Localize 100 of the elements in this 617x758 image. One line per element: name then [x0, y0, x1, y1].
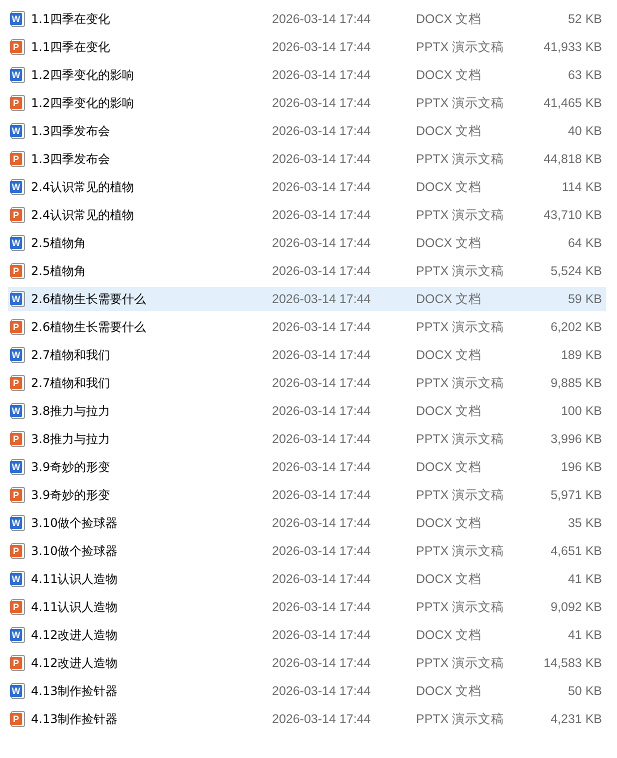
- file-name: 4.11认识人造物: [31, 570, 118, 588]
- file-name: 2.7植物和我们: [31, 374, 110, 392]
- file-size: 3,996 KB: [550, 432, 603, 446]
- file-type: PPTX 演示文稿: [416, 38, 506, 56]
- file-icon: W: [11, 179, 25, 195]
- file-icon: W: [11, 347, 25, 363]
- file-row[interactable]: W 4.11认识人造物 2026-03-14 17:44 DOCX 文档 41 KB: [8, 567, 606, 591]
- file-type: PPTX 演示文稿: [416, 486, 506, 504]
- file-row[interactable]: P 3.10做个捡球器 2026-03-14 17:44 PPTX 演示文稿 4,651 KB: [8, 539, 606, 563]
- file-name: 2.6植物生长需要什么: [31, 318, 146, 336]
- file-icon: W: [11, 235, 25, 251]
- file-name: 2.6植物生长需要什么: [31, 290, 146, 308]
- modified-date: 2026-03-14 17:44: [272, 348, 372, 362]
- file-name: 3.10做个捡球器: [31, 514, 118, 532]
- file-size: 44,818 KB: [542, 152, 603, 166]
- file-type: DOCX 文档: [416, 122, 483, 140]
- file-row[interactable]: P 1.3四季发布会 2026-03-14 17:44 PPTX 演示文稿 44,818 KB: [8, 147, 606, 171]
- file-size: 43,710 KB: [542, 208, 603, 222]
- file-size: 100 KB: [560, 404, 603, 418]
- file-name: 4.13制作捡针器: [31, 710, 118, 728]
- file-row[interactable]: W 3.8推力与拉力 2026-03-14 17:44 DOCX 文档 100 KB: [8, 399, 606, 423]
- modified-date: 2026-03-14 17:44: [272, 68, 372, 82]
- file-type: PPTX 演示文稿: [416, 654, 506, 672]
- file-row[interactable]: P 2.6植物生长需要什么 2026-03-14 17:44 PPTX 演示文稿 6,202 KB: [8, 315, 606, 339]
- modified-date: 2026-03-14 17:44: [272, 656, 372, 670]
- file-name: 4.12改进人造物: [31, 626, 118, 644]
- file-size: 9,885 KB: [550, 376, 603, 390]
- file-name: 1.2四季变化的影响: [31, 94, 134, 112]
- file-name: 3.10做个捡球器: [31, 542, 118, 560]
- file-type: PPTX 演示文稿: [416, 374, 506, 392]
- file-row[interactable]: P 4.11认识人造物 2026-03-14 17:44 PPTX 演示文稿 9,092 KB: [8, 595, 606, 619]
- file-type: DOCX 文档: [416, 66, 483, 84]
- modified-date: 2026-03-14 17:44: [272, 404, 372, 418]
- file-row[interactable]: P 4.13制作捡针器 2026-03-14 17:44 PPTX 演示文稿 4,231 KB: [8, 707, 606, 731]
- file-type: DOCX 文档: [416, 626, 483, 644]
- modified-date: 2026-03-14 17:44: [272, 376, 372, 390]
- file-icon: W: [11, 11, 25, 27]
- file-row[interactable]: P 2.7植物和我们 2026-03-14 17:44 PPTX 演示文稿 9,885 KB: [8, 371, 606, 395]
- file-icon: P: [11, 599, 25, 615]
- file-row[interactable]: W 1.3四季发布会 2026-03-14 17:44 DOCX 文档 40 KB: [8, 119, 606, 143]
- file-row[interactable]: W 1.1四季在变化 2026-03-14 17:44 DOCX 文档 52 KB: [8, 7, 606, 31]
- file-row[interactable]: P 1.1四季在变化 2026-03-14 17:44 PPTX 演示文稿 41,933 KB: [8, 35, 606, 59]
- modified-date: 2026-03-14 17:44: [272, 488, 372, 502]
- file-row[interactable]: P 3.8推力与拉力 2026-03-14 17:44 PPTX 演示文稿 3,996 KB: [8, 427, 606, 451]
- file-row[interactable]: W 1.2四季变化的影响 2026-03-14 17:44 DOCX 文档 63 KB: [8, 63, 606, 87]
- file-icon: W: [11, 683, 25, 699]
- file-row[interactable]: W 2.4认识常见的植物 2026-03-14 17:44 DOCX 文档 114 KB: [8, 175, 606, 199]
- file-size: 52 KB: [566, 12, 603, 26]
- file-size: 50 KB: [566, 684, 603, 698]
- modified-date: 2026-03-14 17:44: [272, 292, 372, 306]
- file-icon: W: [11, 571, 25, 587]
- file-type: PPTX 演示文稿: [416, 206, 506, 224]
- modified-date: 2026-03-14 17:44: [272, 264, 372, 278]
- file-row[interactable]: P 2.4认识常见的植物 2026-03-14 17:44 PPTX 演示文稿 43,710 KB: [8, 203, 606, 227]
- file-icon: P: [11, 151, 25, 167]
- file-size: 196 KB: [560, 460, 603, 474]
- file-icon: W: [11, 515, 25, 531]
- modified-date: 2026-03-14 17:44: [272, 208, 372, 222]
- modified-date: 2026-03-14 17:44: [272, 600, 372, 614]
- file-size: 6,202 KB: [550, 320, 603, 334]
- modified-date: 2026-03-14 17:44: [272, 236, 372, 250]
- file-name: 2.4认识常见的植物: [31, 206, 134, 224]
- modified-date: 2026-03-14 17:44: [272, 572, 372, 586]
- file-size: 41,933 KB: [542, 40, 603, 54]
- file-name: 3.9奇妙的形变: [31, 458, 110, 476]
- file-row[interactable]: W 2.7植物和我们 2026-03-14 17:44 DOCX 文档 189 KB: [8, 343, 606, 367]
- file-type: DOCX 文档: [416, 10, 483, 28]
- file-size: 41 KB: [566, 572, 603, 586]
- file-icon: P: [11, 319, 25, 335]
- file-name: 3.9奇妙的形变: [31, 486, 110, 504]
- file-row[interactable]: P 1.2四季变化的影响 2026-03-14 17:44 PPTX 演示文稿 41,465 KB: [8, 91, 606, 115]
- file-icon: W: [11, 291, 25, 307]
- file-size: 63 KB: [566, 68, 603, 82]
- file-icon: W: [11, 123, 25, 139]
- modified-date: 2026-03-14 17:44: [272, 460, 372, 474]
- file-icon: W: [11, 403, 25, 419]
- file-type: PPTX 演示文稿: [416, 318, 506, 336]
- file-icon: P: [11, 655, 25, 671]
- file-row[interactable]: P 3.9奇妙的形变 2026-03-14 17:44 PPTX 演示文稿 5,971 KB: [8, 483, 606, 507]
- modified-date: 2026-03-14 17:44: [272, 628, 372, 642]
- file-type: DOCX 文档: [416, 234, 483, 252]
- modified-date: 2026-03-14 17:44: [272, 152, 372, 166]
- file-name: 1.3四季发布会: [31, 150, 110, 168]
- modified-date: 2026-03-14 17:44: [272, 12, 372, 26]
- file-row[interactable]: P 4.12改进人造物 2026-03-14 17:44 PPTX 演示文稿 14,583 KB: [8, 651, 606, 675]
- file-row[interactable]: W 3.9奇妙的形变 2026-03-14 17:44 DOCX 文档 196 KB: [8, 455, 606, 479]
- modified-date: 2026-03-14 17:44: [272, 516, 372, 530]
- file-row[interactable]: W 2.6植物生长需要什么 2026-03-14 17:44 DOCX 文档 59 KB: [8, 287, 606, 311]
- file-row[interactable]: W 2.5植物角 2026-03-14 17:44 DOCX 文档 64 KB: [8, 231, 606, 255]
- file-name: 4.12改进人造物: [31, 654, 118, 672]
- file-size: 35 KB: [566, 516, 603, 530]
- file-row[interactable]: P 2.5植物角 2026-03-14 17:44 PPTX 演示文稿 5,524 KB: [8, 259, 606, 283]
- file-row[interactable]: W 4.13制作捡针器 2026-03-14 17:44 DOCX 文档 50 KB: [8, 679, 606, 703]
- file-type: DOCX 文档: [416, 402, 483, 420]
- file-icon: P: [11, 95, 25, 111]
- file-row[interactable]: W 4.12改进人造物 2026-03-14 17:44 DOCX 文档 41 KB: [8, 623, 606, 647]
- file-name: 1.3四季发布会: [31, 122, 110, 140]
- file-row[interactable]: W 3.10做个捡球器 2026-03-14 17:44 DOCX 文档 35 KB: [8, 511, 606, 535]
- file-size: 9,092 KB: [550, 600, 603, 614]
- file-name: 2.5植物角: [31, 234, 86, 252]
